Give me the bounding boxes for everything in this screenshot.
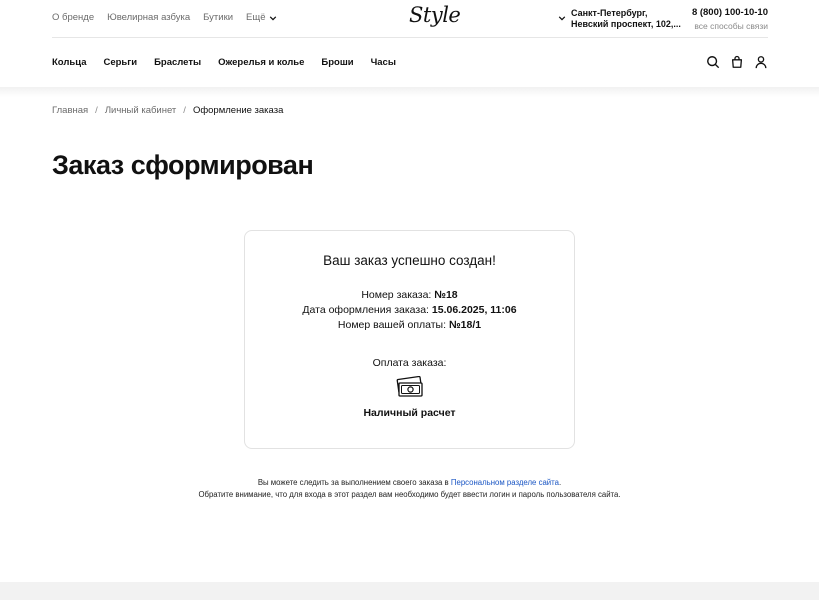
order-info: Номер заказа: №18 Дата оформления заказа…: [245, 288, 574, 333]
search-icon[interactable]: [706, 55, 720, 69]
breadcrumb: Главная / Личный кабинет / Оформление за…: [52, 105, 283, 116]
more-label: Ещё: [246, 12, 266, 23]
tracking-note-line-2: Обратите внимание, что для входа в этот …: [198, 489, 621, 499]
breadcrumb-account[interactable]: Личный кабинет: [105, 105, 176, 116]
footer: [0, 582, 819, 600]
order-date-row: Дата оформления заказа: 15.06.2025, 11:0…: [245, 303, 574, 318]
order-date-label: Дата оформления заказа:: [302, 304, 429, 316]
user-icon[interactable]: [754, 55, 768, 69]
contacts-link[interactable]: все способы связи: [692, 20, 768, 32]
payment-number-row: Номер вашей оплаты: №18/1: [245, 318, 574, 333]
category-menu: Кольца Серьги Браслеты Ожерелья и колье …: [52, 57, 413, 68]
city-line-2: Невский проспект, 102,...: [571, 19, 681, 29]
city-selector[interactable]: Санкт-Петербург, Невский проспект, 102,.…: [558, 8, 681, 30]
breadcrumb-separator: /: [95, 105, 98, 116]
top-link-alphabet[interactable]: Ювелирная азбука: [107, 12, 190, 23]
nav-item-watches[interactable]: Часы: [371, 57, 396, 68]
top-link-about[interactable]: О бренде: [52, 12, 94, 23]
payment-label: Оплата заказа:: [372, 357, 447, 369]
nav-item-necklaces[interactable]: Ожерелья и колье: [218, 57, 304, 68]
order-success-heading: Ваш заказ успешно создан!: [323, 253, 496, 268]
page-title: Заказ сформирован: [52, 150, 314, 180]
brand-logo[interactable]: Style: [409, 3, 461, 27]
cart-icon[interactable]: [730, 55, 744, 69]
breadcrumb-home[interactable]: Главная: [52, 105, 88, 116]
chevron-down-icon: [558, 16, 566, 21]
order-number-label: Номер заказа:: [361, 289, 432, 301]
cash-icon: [396, 376, 423, 397]
chevron-down-icon: [270, 15, 277, 20]
payment-number-value: №18/1: [448, 319, 482, 331]
phone-number[interactable]: 8 (800) 100-10-10: [692, 7, 768, 19]
nav-item-rings[interactable]: Кольца: [52, 57, 86, 68]
tracking-note: Вы можете следить за выполнением своего …: [0, 477, 819, 500]
nav-item-brooches[interactable]: Броши: [321, 57, 353, 68]
tracking-note-line-1: Вы можете следить за выполнением своего …: [0, 477, 819, 489]
nav-shadow: [0, 87, 819, 97]
city-line-1: Санкт-Петербург,: [571, 8, 648, 18]
phone-block: 8 (800) 100-10-10 все способы связи: [692, 7, 768, 32]
order-confirmation-card: Ваш заказ успешно создан! Номер заказа: …: [244, 230, 575, 449]
note-text-before: Вы можете следить за выполнением своего …: [257, 478, 449, 487]
top-link-boutiques[interactable]: Бутики: [203, 12, 233, 23]
breadcrumb-current: Оформление заказа: [192, 105, 284, 116]
nav-icons: [706, 55, 768, 69]
note-text-after: .: [558, 478, 562, 487]
nav-item-bracelets[interactable]: Браслеты: [154, 57, 201, 68]
top-link-more[interactable]: Ещё: [246, 12, 277, 23]
top-bar: О бренде Ювелирная азбука Бутики Ещё Sty…: [52, 0, 768, 38]
payment-method: Наличный расчет: [363, 407, 456, 419]
personal-section-link[interactable]: Персональном разделе сайта: [451, 478, 559, 487]
breadcrumb-separator: /: [183, 105, 186, 116]
nav-item-earrings[interactable]: Серьги: [103, 57, 137, 68]
payment-number-label: Номер вашей оплаты:: [337, 319, 447, 331]
order-number-value: №18: [434, 289, 458, 301]
order-date-value: 15.06.2025, 11:06: [431, 304, 517, 316]
top-links: О бренде Ювелирная азбука Бутики Ещё: [52, 12, 290, 23]
main-nav: Кольца Серьги Браслеты Ожерелья и колье …: [52, 39, 768, 87]
city-address: Санкт-Петербург, Невский проспект, 102,.…: [571, 8, 681, 30]
order-number-row: Номер заказа: №18: [245, 288, 574, 303]
